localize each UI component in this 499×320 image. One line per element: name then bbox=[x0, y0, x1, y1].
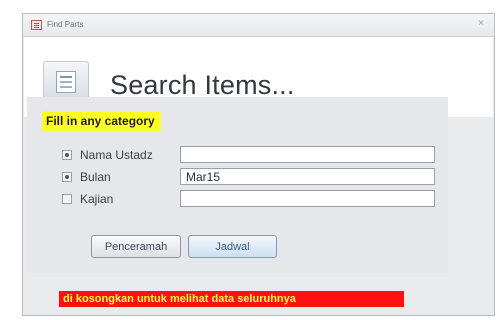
row-nama-ustadz: Nama Ustadz bbox=[0, 146, 499, 164]
nama-ustadz-option[interactable] bbox=[62, 150, 72, 160]
row-kajian: Kajian bbox=[0, 190, 499, 208]
jadwal-button[interactable]: Jadwal bbox=[188, 235, 277, 258]
instruction-label: Fill in any category bbox=[42, 111, 161, 131]
nama-ustadz-label: Nama Ustadz bbox=[80, 148, 153, 162]
title-bar: Find Parts × bbox=[23, 14, 494, 37]
kajian-label: Kajian bbox=[80, 192, 114, 206]
row-bulan: Bulan bbox=[0, 168, 499, 186]
kajian-field[interactable] bbox=[180, 190, 435, 207]
bottom-hint-label: di kosongkan untuk melihat data seluruhn… bbox=[59, 291, 404, 307]
close-icon[interactable]: × bbox=[478, 19, 484, 29]
window-title: Find Parts bbox=[47, 20, 84, 29]
nama-ustadz-field[interactable] bbox=[180, 146, 435, 163]
penceramah-button[interactable]: Penceramah bbox=[91, 235, 181, 258]
document-icon bbox=[56, 71, 76, 93]
form-icon bbox=[31, 20, 42, 30]
bulan-field[interactable] bbox=[180, 168, 435, 185]
kajian-option[interactable] bbox=[62, 194, 72, 204]
bulan-label: Bulan bbox=[80, 170, 111, 184]
bulan-option[interactable] bbox=[62, 172, 72, 182]
